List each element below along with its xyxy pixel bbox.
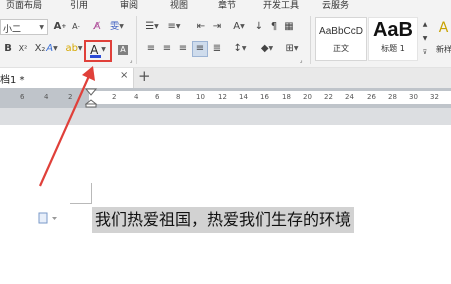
- superscript-icon[interactable]: X²: [16, 42, 30, 56]
- ruler-label: 18: [282, 93, 291, 101]
- ruler-label: 30: [409, 93, 418, 101]
- menu-cloud[interactable]: 云服务: [322, 0, 349, 11]
- new-style-icon[interactable]: A: [436, 18, 451, 38]
- selected-text[interactable]: 我们热爱祖国，热爱我们生存的环境: [92, 207, 355, 233]
- show-marks-icon[interactable]: ¶: [268, 19, 280, 35]
- pinyin-guide-icon[interactable]: 雯 ▼: [106, 19, 128, 35]
- ruler-label: 20: [303, 93, 312, 101]
- table-borders-icon[interactable]: ▦: [282, 19, 296, 35]
- character-shading-icon[interactable]: A: [116, 43, 130, 57]
- decrease-indent-icon[interactable]: ⇤: [194, 19, 208, 35]
- ruler-label: 22: [324, 93, 333, 101]
- ruler-label: 6: [20, 93, 25, 101]
- ruler-label: 28: [388, 93, 397, 101]
- style-heading-1-sample: AaB: [372, 19, 413, 41]
- annotation-highlight-box: [84, 40, 112, 62]
- shading-icon[interactable]: ◆ ▼: [256, 42, 278, 56]
- style-heading-1[interactable]: AaB 标题 1: [368, 17, 418, 61]
- ruler-label: 16: [260, 93, 269, 101]
- gallery-down-icon[interactable]: ▼: [420, 32, 430, 46]
- chevron-down-icon: ▼: [39, 24, 44, 31]
- grow-font-icon[interactable]: A +: [53, 19, 67, 35]
- document-tab[interactable]: 档1 * ×: [0, 68, 134, 88]
- document-page[interactable]: 我们热爱祖国，热爱我们生存的环境: [0, 125, 451, 284]
- ruler-label: 6: [155, 93, 160, 101]
- margin-corner-mark: [91, 183, 92, 204]
- align-left-icon[interactable]: ≡: [144, 42, 158, 56]
- menu-bar: 页面布局 引用 审阅 视图 章节 开发工具 云服务: [0, 0, 451, 12]
- menu-review[interactable]: 审阅: [120, 0, 138, 11]
- align-right-icon[interactable]: ≡: [176, 42, 190, 56]
- font-size-value: 小二: [3, 25, 22, 35]
- page-gap: [0, 108, 451, 125]
- menu-section[interactable]: 章节: [218, 0, 236, 11]
- add-tab-icon[interactable]: +: [138, 67, 151, 85]
- sort-icon[interactable]: ↓: [252, 19, 266, 35]
- gallery-up-icon[interactable]: ▲: [420, 18, 430, 32]
- ribbon: 小二 ▼ A + A- A̸ 雯 ▼ B X² X₂ A ▼ ab ▼ A ▼ A ⌟ …: [0, 12, 451, 68]
- bold-icon[interactable]: B: [2, 42, 14, 56]
- bullet-list-icon[interactable]: ☰ ▼: [142, 19, 162, 35]
- font-dialog-launcher-icon[interactable]: ⌟: [128, 58, 134, 64]
- gallery-more-icon[interactable]: ⊽: [420, 46, 430, 60]
- highlight-icon[interactable]: ab ▼: [64, 42, 84, 56]
- menu-references[interactable]: 引用: [70, 0, 88, 11]
- clear-format-icon[interactable]: A̸: [90, 19, 104, 35]
- ruler-label: 12: [218, 93, 227, 101]
- paragraph-layout-icon[interactable]: [38, 212, 58, 224]
- text-effect-icon[interactable]: A ▼: [40, 42, 64, 56]
- ruler-label: 4: [134, 93, 139, 101]
- document-tab-title: 档1 *: [0, 75, 25, 86]
- increase-indent-icon[interactable]: ⇥: [210, 19, 224, 35]
- ruler-label: 26: [367, 93, 376, 101]
- horizontal-ruler[interactable]: 6 4 2 2 4 6 8 10 12 14 16 18 20 22 24 26…: [0, 88, 451, 108]
- new-style-label[interactable]: 新样: [436, 44, 451, 55]
- ruler-label: 14: [239, 93, 248, 101]
- style-normal-name: 正文: [333, 44, 349, 53]
- ruler-label: 2: [68, 93, 73, 101]
- close-icon[interactable]: ×: [120, 70, 128, 81]
- ruler-label: 2: [112, 93, 117, 101]
- ruler-label: 24: [345, 93, 354, 101]
- style-heading-1-name: 标题 1: [381, 44, 405, 53]
- justify-icon[interactable]: ≡: [192, 41, 208, 57]
- divider: [136, 16, 137, 64]
- distributed-icon[interactable]: ≣: [210, 42, 224, 56]
- align-center-icon[interactable]: ≡: [160, 42, 174, 56]
- style-normal-sample: AaBbCcD: [319, 26, 363, 37]
- margin-corner-mark: [70, 203, 92, 204]
- indent-marker-icon[interactable]: [85, 88, 97, 108]
- chinese-layout-icon[interactable]: A ▼: [229, 19, 249, 35]
- paragraph-dialog-launcher-icon[interactable]: ⌟: [298, 58, 304, 64]
- ruler-label: 10: [196, 93, 205, 101]
- ruler-label: 8: [176, 93, 181, 101]
- ruler-label: 32: [430, 93, 439, 101]
- menu-view[interactable]: 视图: [170, 0, 188, 11]
- document-tab-strip: 档1 * × +: [0, 67, 451, 88]
- line-spacing-icon[interactable]: ↕ ▼: [230, 42, 250, 56]
- numbered-list-icon[interactable]: ≡ ▼: [164, 19, 184, 35]
- menu-page-layout[interactable]: 页面布局: [6, 0, 42, 11]
- ruler-label: 4: [44, 93, 49, 101]
- divider: [310, 16, 311, 64]
- shrink-font-icon[interactable]: A-: [69, 19, 83, 35]
- style-normal[interactable]: AaBbCcD 正文: [315, 17, 367, 61]
- borders-icon[interactable]: ⊞ ▼: [282, 42, 302, 56]
- menu-developer[interactable]: 开发工具: [263, 0, 299, 11]
- font-size-select[interactable]: 小二 ▼: [0, 19, 48, 35]
